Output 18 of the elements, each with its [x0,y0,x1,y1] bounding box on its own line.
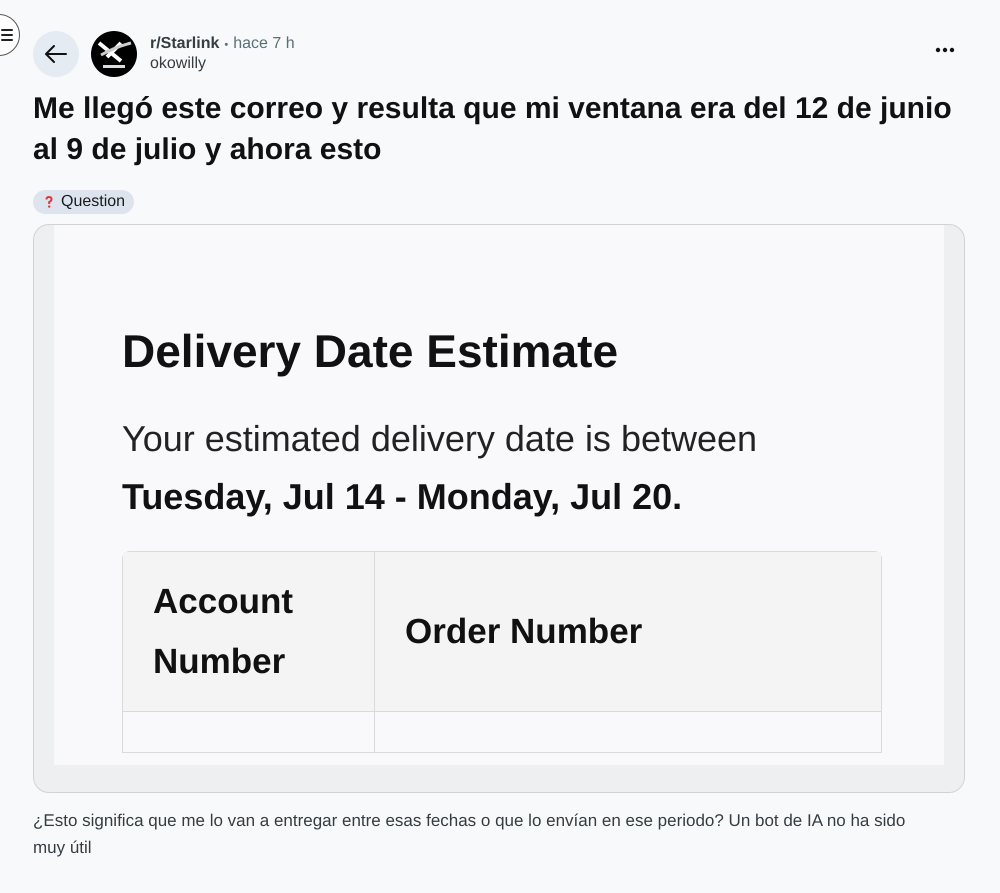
email-heading: Delivery Date Estimate [122,324,620,379]
more-options-icon[interactable] [935,47,955,53]
back-button[interactable] [33,31,79,77]
menu-icon [1,28,15,42]
question-mark-icon [45,196,53,208]
separator: • [224,39,228,51]
table-header-cell: Account Number [123,552,375,712]
flair-label: Question [61,193,126,211]
author-link[interactable]: okowilly [150,55,923,73]
post-body: ¿Esto significa que me lo van a entregar entre esas fechas o que lo envían en ese periodo? Un bot de IA no ha sido muy útil [33,810,906,859]
delivery-dates: Tuesday, Jul 14 - Monday, Jul 20. [122,475,684,519]
post-title: Me llegó este correo y resulta que mi ventana era del 12 de junio al 9 de julio y ahora esto [33,91,953,168]
back-arrow-icon [45,45,67,63]
table-header-cell: Order Number [375,552,881,712]
community-avatar-icon[interactable] [91,31,137,77]
subreddit-link[interactable]: r/Starlink [150,35,220,53]
email-text: Your estimated delivery date is between [122,417,758,461]
post-time: hace 7 h [233,35,295,53]
